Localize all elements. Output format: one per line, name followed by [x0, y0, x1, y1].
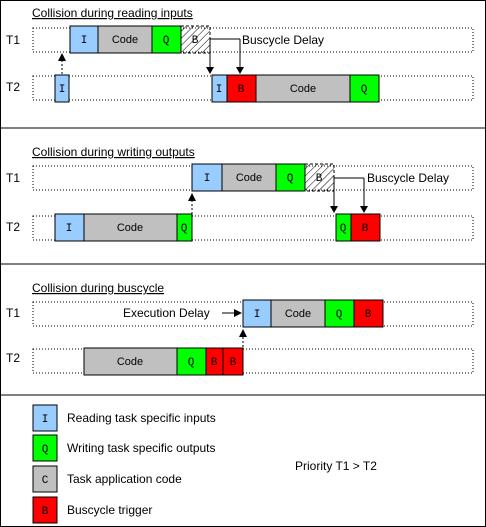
delay-label: Execution Delay	[123, 306, 210, 320]
block-label: Code	[285, 308, 311, 320]
section-buscycle: Collision during buscycle T1 I Code Q B …	[6, 281, 474, 376]
section-title: Collision during writing outputs	[32, 145, 195, 159]
block-label: Q	[181, 223, 188, 235]
block-label: B	[230, 357, 237, 369]
arrow-head	[188, 193, 196, 201]
block-label: Q	[188, 357, 195, 369]
legend-symbol: I	[42, 414, 49, 426]
block-label: Q	[287, 173, 294, 185]
block-label: B	[365, 309, 372, 321]
delay-label: Buscycle Delay	[367, 171, 449, 185]
block-label: Code	[112, 34, 138, 46]
block-label: I	[66, 223, 73, 235]
legend-symbol: C	[42, 475, 49, 487]
block-label: B	[316, 173, 323, 185]
block-label: Code	[117, 356, 143, 368]
block-label: Code	[117, 222, 143, 234]
legend: I Reading task specific inputs Q Writing…	[32, 404, 377, 524]
section-title: Collision during buscycle	[32, 281, 164, 295]
row-label-t1: T1	[6, 33, 20, 47]
arrow-head	[58, 53, 66, 61]
block-label: Q	[340, 223, 347, 235]
arrow-head	[236, 67, 244, 74]
section-reading-inputs: Collision during reading inputs T1 I Cod…	[6, 6, 474, 103]
arrow-head	[206, 67, 214, 74]
section-writing-outputs: Collision during writing outputs T1 I Co…	[6, 145, 474, 242]
collision-diagram: Collision during reading inputs T1 I Cod…	[0, 6, 486, 524]
block-label: Q	[336, 309, 343, 321]
block-label: Code	[236, 172, 262, 184]
delay-label: Buscycle Delay	[242, 33, 324, 47]
section-title: Collision during reading inputs	[32, 6, 193, 20]
legend-text: Writing task specific outputs	[67, 441, 216, 455]
row-label-t1: T1	[6, 171, 20, 185]
block-label: B	[238, 84, 245, 96]
legend-text: Task application code	[67, 472, 182, 486]
row-label-t1: T1	[6, 306, 20, 320]
block-label: I	[216, 84, 223, 96]
block-label: I	[254, 309, 261, 321]
row-label-t2: T2	[6, 220, 20, 234]
block-label: Q	[361, 84, 368, 96]
row-label-t2: T2	[6, 351, 20, 365]
row-label-t2: T2	[6, 80, 20, 94]
block-label: B	[362, 223, 369, 235]
legend-text: Reading task specific inputs	[67, 411, 216, 425]
block-label: I	[204, 173, 211, 185]
priority-note: Priority T1 > T2	[295, 459, 377, 473]
block-label: Q	[163, 35, 170, 47]
arrow-head	[330, 206, 338, 213]
block-label: B	[211, 357, 218, 369]
block-label: B	[192, 35, 199, 47]
legend-text: Buscycle trigger	[67, 503, 152, 517]
block-label: I	[81, 35, 88, 47]
block-label: I	[59, 84, 66, 96]
arrow-head	[239, 329, 247, 337]
legend-symbol: Q	[42, 444, 49, 456]
legend-symbol: B	[42, 506, 49, 518]
arrow-head	[360, 206, 368, 213]
block-label: Code	[290, 83, 316, 95]
